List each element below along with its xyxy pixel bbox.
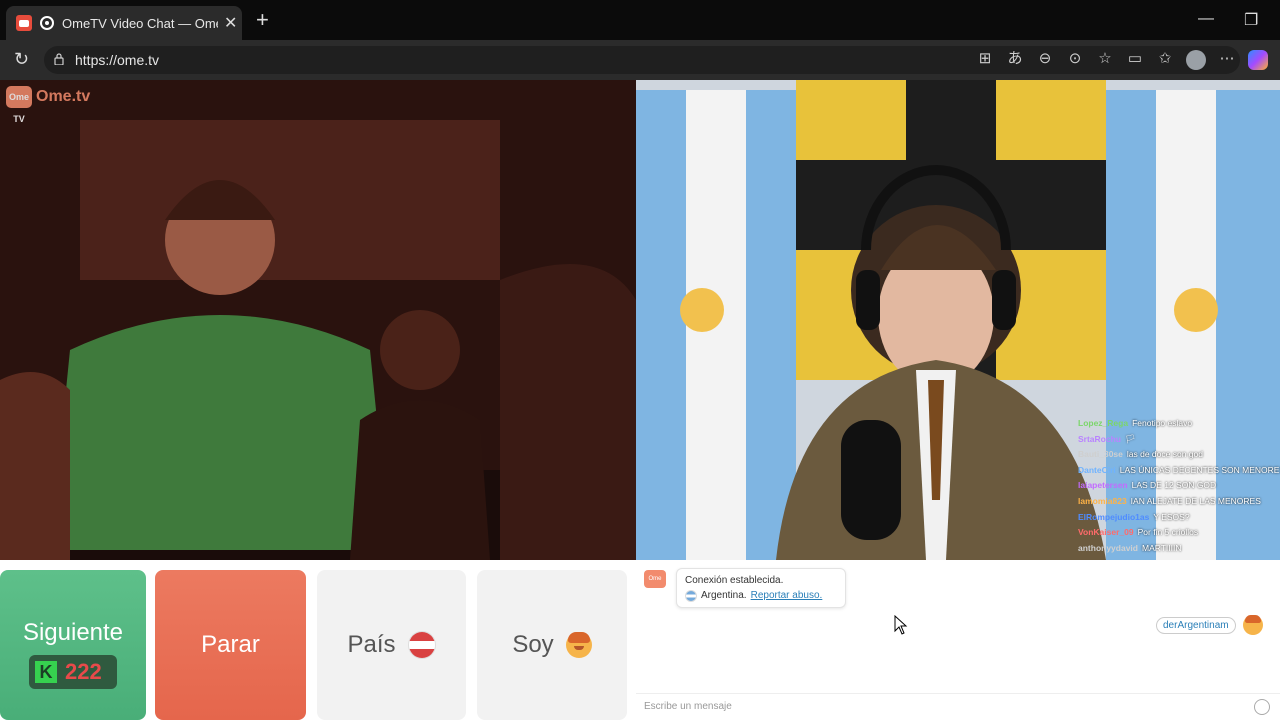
recording-icon (40, 16, 54, 30)
stream-chat-text: LAS DE 12 SON GOD (1131, 480, 1217, 491)
stop-button[interactable]: Parar (155, 570, 306, 720)
message-input[interactable]: Escribe un mensaje (636, 693, 1280, 720)
restore-button[interactable]: ❐ (1244, 10, 1258, 30)
stream-chat-username: Lopez_Rega (1078, 418, 1129, 428)
mouse-cursor-icon (894, 615, 908, 635)
stream-chat-text: las de doce son god (1126, 449, 1203, 460)
browser-navbar: ↻ https://ome.tv ⊞ あ ⊖ ⊙ ☆ ▭ ✩ ⋯ (0, 40, 1280, 80)
message-input-placeholder: Escribe un mensaje (644, 701, 732, 712)
logo-badge: Ome TV (6, 86, 32, 124)
argentina-flag-icon (685, 589, 697, 602)
connection-status: Conexión establecida. (685, 575, 784, 586)
emoji-icon[interactable] (1254, 699, 1270, 715)
apps-icon[interactable]: ⊞ (976, 50, 994, 68)
stream-chat-username: DanteCiri (1078, 464, 1116, 475)
stream-chat-username: SrtaRochu (1078, 433, 1121, 444)
favorite-star-icon[interactable]: ☆ (1096, 50, 1114, 68)
boy-avatar-icon (565, 632, 592, 658)
stop-button-label: Parar (201, 631, 260, 658)
gender-button-label: Soy (512, 631, 554, 658)
ometv-chat-logo-icon: Ome TV (644, 570, 666, 600)
lock-icon (54, 53, 64, 65)
stream-chat-text: LAS ÚNICAS DECENTES SON MENORES (1119, 464, 1280, 475)
minimize-button[interactable]: — (1198, 10, 1214, 28)
browser-tab[interactable]: OmeTV Video Chat — Omegl ✕ (6, 6, 242, 40)
reload-icon[interactable]: ↻ (14, 50, 32, 68)
stream-chat-username: Bauti_30se (1078, 449, 1123, 460)
stream-chat-text: MARTIIIIN (1141, 542, 1182, 553)
stream-chat-message: Lopez_Rega Fenotipo eslavo (1078, 416, 1280, 432)
streamer-avatar-icon (1243, 615, 1263, 635)
stream-chat-message: laiapetersen LAS DE 12 SON GOD (1078, 478, 1280, 494)
copilot-icon[interactable] (1248, 50, 1268, 70)
report-abuse-link[interactable]: Reportar abuso. (751, 588, 823, 603)
stream-chat-text: Por fin 5 criollos (1137, 527, 1199, 538)
stream-chat-message: SrtaRochu 🏳 (1078, 432, 1280, 448)
more-tools-icon[interactable]: ⊙ (1066, 50, 1084, 68)
stream-chat-username: ElRompejudio1as (1078, 511, 1150, 522)
stream-chat-username: lamomia823 (1078, 495, 1127, 506)
stream-chat-username: laiapetersen (1078, 480, 1128, 491)
stream-chat-text: IAN ALEJATE DE LAS MENORES (1130, 495, 1261, 506)
kick-count: 222 (65, 659, 102, 684)
country-flag-icon (407, 631, 436, 659)
stream-chat-message: VonKaiser_09 Por fin 5 criollos (1078, 525, 1280, 541)
stream-chat-message: anthonyydavid MARTIIIIN (1078, 541, 1280, 557)
next-button[interactable]: Siguiente K 222 (0, 570, 146, 720)
stream-chat-username: VonKaiser_09 (1078, 527, 1134, 538)
profile-avatar[interactable] (1186, 50, 1206, 70)
browser-titlebar: OmeTV Video Chat — Omegl ✕ + — ❐ (0, 0, 1280, 40)
text-chat-panel: Ome TV Conexión establecida. Argentina. … (636, 562, 1280, 720)
kick-logo-icon: K (35, 661, 57, 683)
url-text: https://ome.tv (75, 52, 160, 68)
video-icon[interactable]: ▭ (1126, 50, 1144, 68)
settings-menu-icon[interactable]: ⋯ (1218, 50, 1236, 68)
favorites-icon[interactable]: ✩ (1156, 50, 1174, 68)
toolbar-icons: ⊞ あ ⊖ ⊙ ☆ ▭ ✩ ⋯ (976, 50, 1268, 70)
zoom-out-icon[interactable]: ⊖ (1036, 50, 1054, 68)
tab-title: OmeTV Video Chat — Omegl (62, 15, 218, 31)
stream-chat-text: Fenotipo eslavo (1132, 418, 1193, 428)
tab-close-icon[interactable]: ✕ (224, 13, 237, 33)
stream-chat-message: lamomia823 IAN ALEJATE DE LAS MENORES (1078, 494, 1280, 510)
gender-button[interactable]: Soy (477, 570, 627, 720)
stream-chat-username: anthonyydavid (1078, 542, 1138, 553)
stream-chat-message: DanteCiri LAS ÚNICAS DECENTES SON MENORES (1078, 463, 1280, 479)
next-button-label: Siguiente (22, 619, 124, 646)
ometv-favicon-icon (16, 15, 32, 31)
ometv-logo: Ome TV Ome.tv (6, 86, 91, 124)
country-button-label: País (347, 631, 396, 658)
translate-icon[interactable]: あ (1006, 50, 1024, 68)
stream-chat-message: ElRompejudio1as Y ESOS? (1078, 510, 1280, 526)
kick-counter: K 222 (29, 655, 117, 689)
stream-chat-text: Y ESOS? (1153, 511, 1190, 522)
partner-country: Argentina. (701, 590, 747, 601)
partner-video: Ome TV Ome.tv (0, 80, 636, 560)
country-button[interactable]: País (317, 570, 466, 720)
partner-video-scene (0, 80, 636, 560)
logo-text: Ome.tv (36, 88, 91, 105)
stream-chat-text: 🏳 (1124, 433, 1136, 444)
stream-chat-message: Bauti_30se las de doce son god (1078, 447, 1280, 463)
streamer-name-tag: derArgentinam (1156, 617, 1236, 634)
system-message: Conexión establecida. Argentina. Reporta… (676, 568, 846, 608)
new-tab-button[interactable]: + (256, 9, 269, 31)
